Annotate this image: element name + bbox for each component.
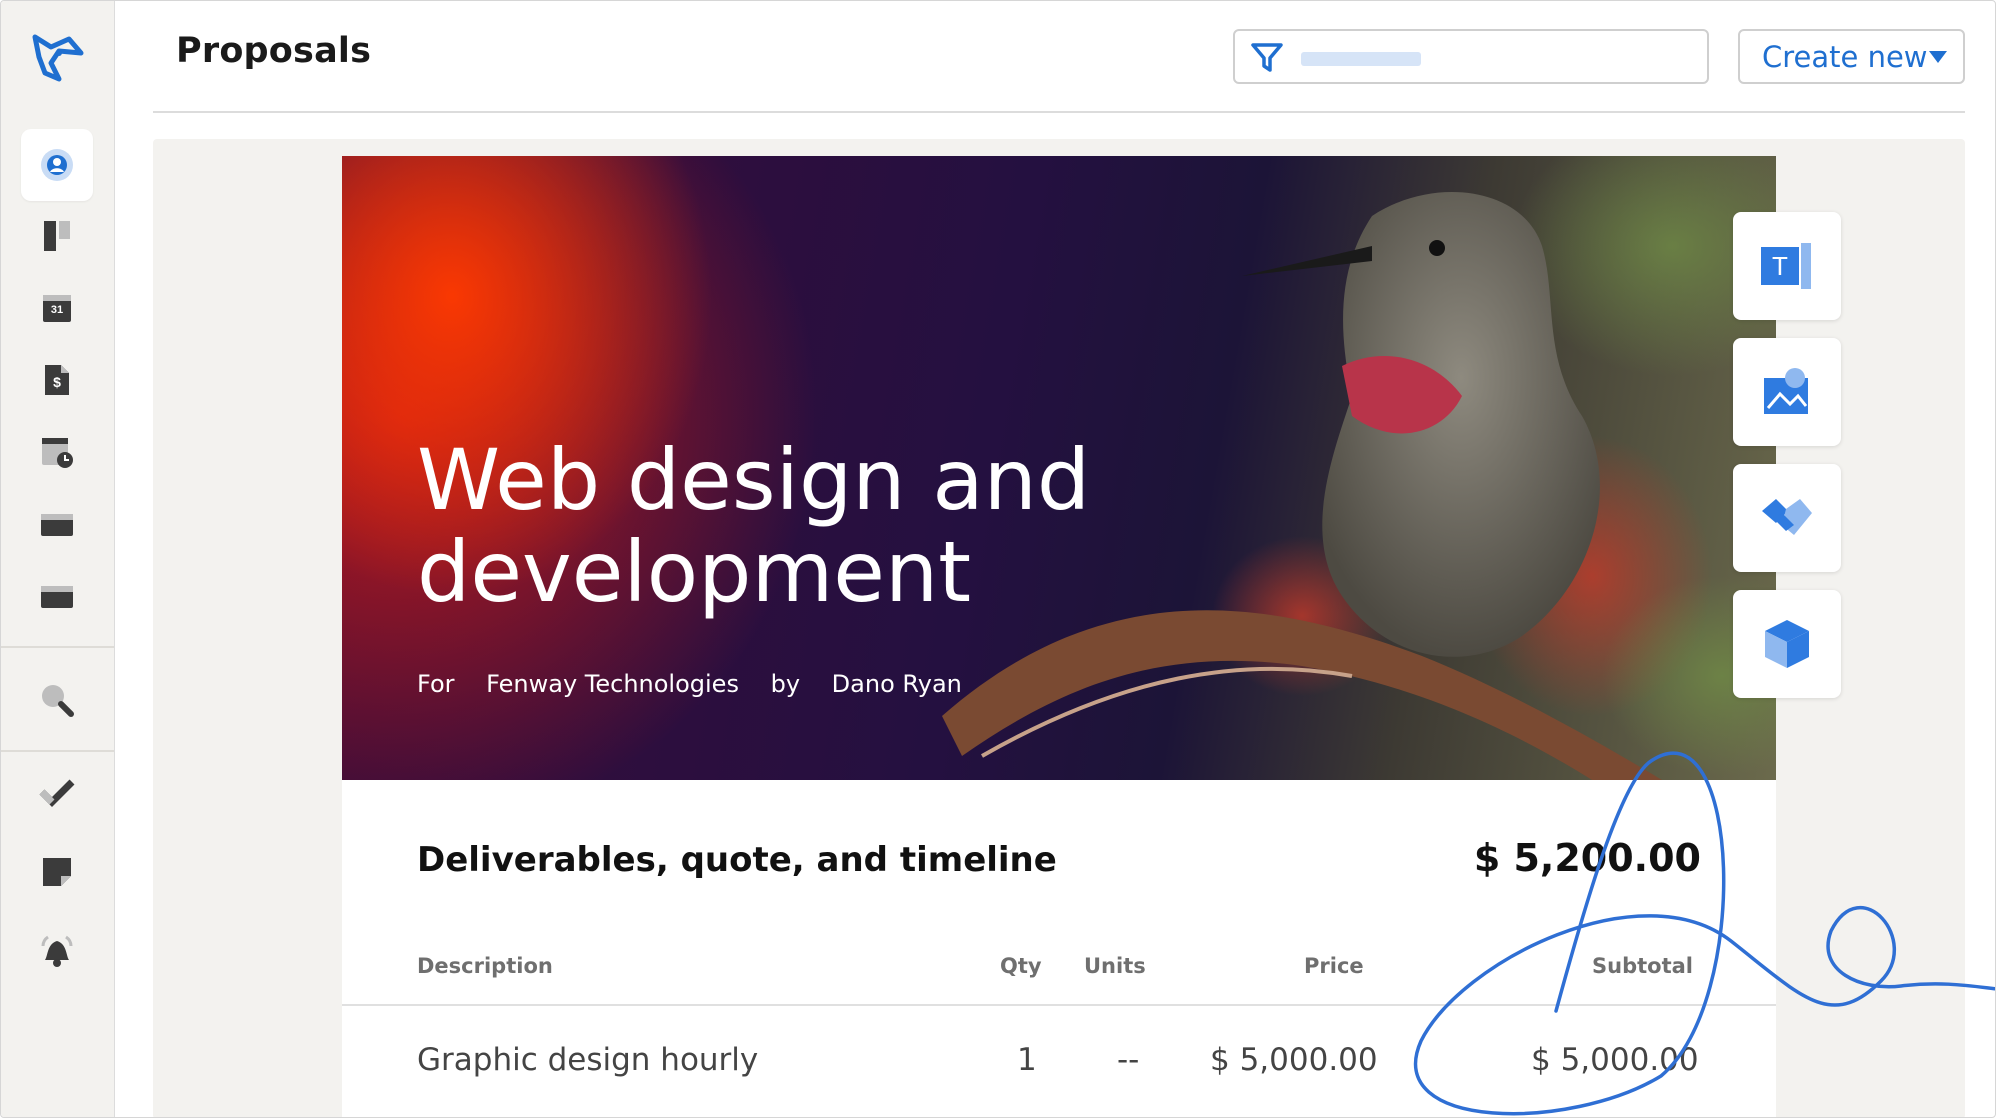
text-block-icon: T (1759, 241, 1815, 291)
proposal-title[interactable]: Web design and development (417, 434, 1177, 618)
filter-placeholder-bar (1301, 52, 1421, 66)
sidebar-item-notifications[interactable] (21, 915, 93, 987)
invoice-currency-label: $ (21, 374, 93, 390)
package-block-icon (1763, 618, 1811, 670)
row-qty[interactable]: 1 (1017, 1042, 1037, 1078)
proposal-meta: For Fenway Technologies by Dano Ryan (417, 670, 986, 698)
checkmark-icon (39, 778, 75, 808)
add-image-block-button[interactable] (1733, 338, 1841, 446)
sidebar-item-dashboard[interactable] (21, 129, 93, 201)
by-label: by (771, 670, 800, 698)
sidebar: 31 $ (1, 1, 115, 1118)
row-units[interactable]: -- (1117, 1042, 1139, 1078)
calendar-date-label: 31 (21, 304, 93, 316)
sidebar-item-tasks[interactable] (21, 757, 93, 829)
column-header-units: Units (1084, 954, 1146, 978)
add-text-block-button[interactable]: T (1733, 212, 1841, 320)
table-divider (342, 1004, 1776, 1006)
sidebar-divider (1, 750, 114, 752)
bell-icon (40, 934, 74, 968)
column-header-price: Price (1304, 954, 1364, 978)
search-icon (39, 682, 75, 718)
app-logo-icon[interactable] (29, 29, 87, 85)
row-price[interactable]: $ 5,000.00 (1210, 1042, 1378, 1078)
sidebar-item-time-tracking[interactable] (21, 416, 93, 488)
filter-icon[interactable] (1249, 40, 1285, 76)
sidebar-item-notes[interactable] (21, 836, 93, 908)
time-sheet-icon (40, 435, 74, 469)
row-subtotal: $ 5,000.00 (1531, 1042, 1699, 1078)
header-divider (153, 111, 1965, 113)
filter-search-input[interactable] (1233, 29, 1709, 84)
for-label: For (417, 670, 455, 698)
proposal-cover[interactable]: Web design and development For Fenway Te… (342, 156, 1776, 780)
add-agreement-block-button[interactable] (1733, 464, 1841, 572)
note-icon (41, 856, 73, 888)
board-icon (41, 219, 73, 253)
section-title[interactable]: Deliverables, quote, and timeline (417, 840, 1057, 880)
sidebar-item-payments[interactable] (21, 488, 93, 560)
wallet-icon (40, 582, 74, 610)
sidebar-divider (1, 646, 114, 648)
sidebar-item-invoices[interactable]: $ (21, 344, 93, 416)
create-new-label: Create new (1762, 40, 1928, 74)
sidebar-item-expenses[interactable] (21, 560, 93, 632)
author-name[interactable]: Dano Ryan (832, 670, 962, 698)
image-block-icon (1762, 366, 1812, 418)
sidebar-item-search[interactable] (21, 664, 93, 736)
proposal-document: Web design and development For Fenway Te… (342, 156, 1776, 1118)
sidebar-item-calendar[interactable]: 31 (21, 272, 93, 344)
agreement-block-icon (1760, 495, 1814, 541)
chevron-down-icon[interactable] (1929, 51, 1947, 63)
add-package-block-button[interactable] (1733, 590, 1841, 698)
user-circle-icon (39, 147, 75, 183)
row-description[interactable]: Graphic design hourly (417, 1042, 758, 1078)
column-header-qty: Qty (1000, 954, 1042, 978)
page-title: Proposals (176, 31, 371, 71)
app-window: 31 $ (0, 0, 1996, 1118)
column-header-subtotal: Subtotal (1592, 954, 1693, 978)
svg-text:T: T (1772, 251, 1788, 281)
quote-total: $ 5,200.00 (1474, 836, 1701, 880)
column-header-description: Description (417, 954, 553, 978)
client-name[interactable]: Fenway Technologies (486, 670, 739, 698)
create-new-button[interactable]: Create new (1738, 29, 1965, 84)
sidebar-item-projects[interactable] (21, 200, 93, 272)
wallet-icon (40, 510, 74, 538)
